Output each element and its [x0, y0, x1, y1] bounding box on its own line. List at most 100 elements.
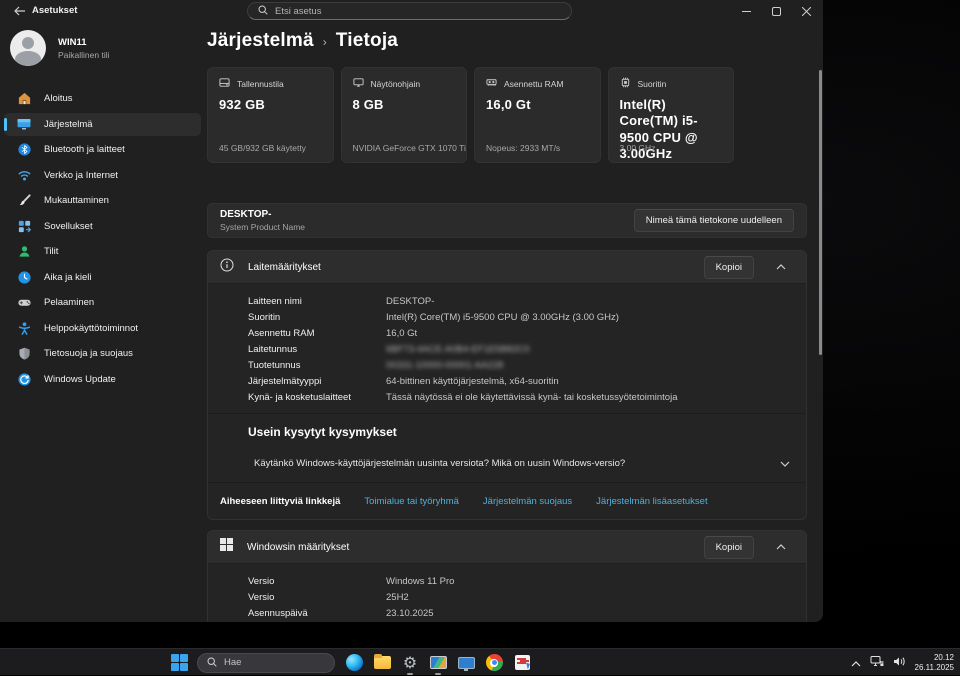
spec-row-kyna-kosketus: Kynä- ja kosketuslaitteetTässä näytössä …: [248, 389, 790, 405]
gpu-subtitle: NVIDIA GeForce GTX 1070 Ti: [353, 143, 466, 153]
storage-card[interactable]: Tallennustila 932 GB 45 GB/932 GB käytet…: [207, 67, 334, 163]
back-button[interactable]: [8, 3, 32, 19]
minimize-button[interactable]: [731, 0, 761, 22]
windows-specs-title: Windowsin määritykset: [247, 542, 690, 553]
close-button[interactable]: [791, 0, 821, 22]
sidebar-item-aloitus[interactable]: Aloitus: [4, 87, 201, 111]
start-button[interactable]: [171, 654, 188, 671]
chevron-down-icon[interactable]: [780, 454, 790, 472]
edge-icon[interactable]: [340, 649, 368, 676]
clock-icon: [16, 269, 32, 285]
sidebar-item-tilit[interactable]: Tilit: [4, 240, 201, 264]
main-content: Järjestelmä › Tietoja Tallennustila 932 …: [207, 28, 807, 54]
chrome-icon[interactable]: [480, 649, 508, 676]
spec-row-asennettu-ram: Asennettu RAM16,0 Gt: [248, 325, 790, 341]
accounts-icon: [16, 244, 32, 260]
spec-row-versio: Versio25H2: [248, 589, 790, 605]
system-tray: 20.12 26.11.2025: [851, 649, 954, 676]
windows-specs-header[interactable]: Windowsin määritykset Kopioi: [208, 531, 806, 564]
taskbar-search-input[interactable]: [224, 657, 325, 668]
spec-row-versio-edition: VersioWindows 11 Pro: [248, 573, 790, 589]
faq-question-row[interactable]: Käytänkö Windows-käyttöjärjestelmän uusi…: [248, 454, 790, 472]
window-controls: [731, 0, 821, 22]
sidebar-item-helppokayttotoiminnot[interactable]: Helppokäyttötoiminnot: [4, 317, 201, 341]
sidebar-item-tietosuoja-ja-suojaus[interactable]: Tietosuoja ja suojaus: [4, 342, 201, 366]
sidebar-item-windows-update[interactable]: Windows Update: [4, 368, 201, 392]
rename-pc-button[interactable]: Nimeä tämä tietokone uudelleen: [634, 209, 794, 232]
chevron-right-icon: ›: [323, 35, 327, 49]
chevron-up-icon[interactable]: [768, 536, 794, 558]
link-system-protection[interactable]: Järjestelmän suojaus: [483, 496, 572, 507]
search-input[interactable]: [275, 6, 561, 17]
link-domain-workgroup[interactable]: Toimialue tai työryhmä: [364, 496, 459, 507]
sidebar-nav: Aloitus Järjestelmä Bluetooth ja laittee…: [4, 87, 201, 391]
sidebar-item-aika-ja-kieli[interactable]: Aika ja kieli: [4, 266, 201, 290]
file-explorer-icon[interactable]: [368, 649, 396, 676]
redacted-product-id: 00331-10000-00001-AA228: [386, 360, 503, 371]
network-icon[interactable]: [870, 654, 884, 672]
sidebar-item-mukauttaminen[interactable]: Mukauttaminen: [4, 189, 201, 213]
settings-gear-icon[interactable]: ⚙: [396, 649, 424, 676]
accessibility-icon: [16, 320, 32, 336]
settings-search[interactable]: [247, 2, 572, 20]
search-icon: [207, 654, 217, 672]
system-icon: [16, 116, 32, 132]
windows-logo-icon: [220, 538, 233, 556]
spec-row-suoritin: SuoritinIntel(R) Core(TM) i5-9500 CPU @ …: [248, 309, 790, 325]
wifi-icon: [16, 167, 32, 183]
spec-row-tuotetunnus: Tuotetunnus00331-10000-00001-AA228: [248, 357, 790, 373]
summary-cards: Tallennustila 932 GB 45 GB/932 GB käytet…: [207, 67, 734, 163]
windows-specs-card: Windowsin määritykset Kopioi VersioWindo…: [207, 530, 807, 622]
monitor-app-icon[interactable]: [452, 649, 480, 676]
device-specs-rows: Laitteen nimiDESKTOP- SuoritinIntel(R) C…: [208, 284, 806, 413]
sidebar-item-jarjestelma[interactable]: Järjestelmä: [4, 113, 201, 137]
spec-row-asennuspaiva: Asennuspäivä23.10.2025: [248, 605, 790, 621]
user-account-type: Paikallinen tili: [58, 50, 110, 60]
app-title: Asetukset: [32, 5, 77, 16]
breadcrumb-system[interactable]: Järjestelmä: [207, 30, 314, 52]
faq-title: Usein kysytyt kysymykset: [248, 425, 790, 439]
shield-icon: [16, 346, 32, 362]
gamepad-icon: [16, 295, 32, 311]
storage-value: 932 GB: [219, 97, 322, 113]
chevron-up-icon[interactable]: [768, 256, 794, 278]
maximize-button[interactable]: [761, 0, 791, 22]
user-account[interactable]: WIN11 Paikallinen tili: [10, 30, 110, 66]
scrollbar[interactable]: [819, 70, 822, 355]
ram-subtitle: Nopeus: 2933 MT/s: [486, 143, 560, 153]
editor-app-icon[interactable]: [508, 649, 536, 676]
volume-icon[interactable]: [893, 654, 906, 672]
device-name: DESKTOP-: [220, 209, 634, 220]
info-icon: [220, 258, 234, 277]
storage-subtitle: 45 GB/932 GB käytetty: [219, 143, 306, 153]
media-app-icon[interactable]: [424, 649, 452, 676]
tray-chevron-up-icon[interactable]: [851, 654, 861, 672]
sidebar-item-pelaaminen[interactable]: Pelaaminen: [4, 291, 201, 315]
device-specs-header[interactable]: Laitemääritykset Kopioi: [208, 251, 806, 284]
cpu-card[interactable]: Suoritin Intel(R) Core(TM) i5-9500 CPU @…: [608, 67, 735, 163]
taskbar-search[interactable]: [197, 653, 335, 673]
gpu-card[interactable]: Näytönohjain 8 GB NVIDIA GeForce GTX 107…: [341, 67, 468, 163]
windows-specs-rows: VersioWindows 11 Pro Versio25H2 Asennusp…: [208, 564, 806, 622]
copy-windows-specs-button[interactable]: Kopioi: [704, 536, 754, 559]
settings-window: Asetukset WIN11 Paikallinen tili Aloitus: [0, 0, 823, 622]
ram-value: 16,0 Gt: [486, 97, 589, 113]
taskbar: ⚙ 20.12 26.11.2025: [0, 648, 960, 675]
clock[interactable]: 20.12 26.11.2025: [915, 653, 954, 672]
copy-device-specs-button[interactable]: Kopioi: [704, 256, 754, 279]
sidebar-item-bluetooth-ja-laitteet[interactable]: Bluetooth ja laitteet: [4, 138, 201, 162]
link-advanced-system-settings[interactable]: Järjestelmän lisäasetukset: [596, 496, 707, 507]
titlebar: Asetukset: [0, 0, 823, 22]
home-icon: [16, 91, 32, 107]
ram-card[interactable]: Asennettu RAM 16,0 Gt Nopeus: 2933 MT/s: [474, 67, 601, 163]
cpu-icon: [620, 77, 631, 90]
cpu-subtitle: 3.00 GHz: [620, 143, 656, 153]
sidebar-item-verkko-ja-internet[interactable]: Verkko ja Internet: [4, 164, 201, 188]
breadcrumb: Järjestelmä › Tietoja: [207, 28, 807, 54]
update-icon: [16, 371, 32, 387]
device-specs-card: Laitemääritykset Kopioi Laitteen nimiDES…: [207, 250, 807, 520]
related-links-row: Aiheeseen liittyviä linkkejä Toimialue t…: [208, 482, 806, 520]
sidebar-item-sovellukset[interactable]: Sovellukset: [4, 215, 201, 239]
storage-icon: [219, 77, 230, 90]
tray-time: 20.12: [915, 653, 954, 663]
